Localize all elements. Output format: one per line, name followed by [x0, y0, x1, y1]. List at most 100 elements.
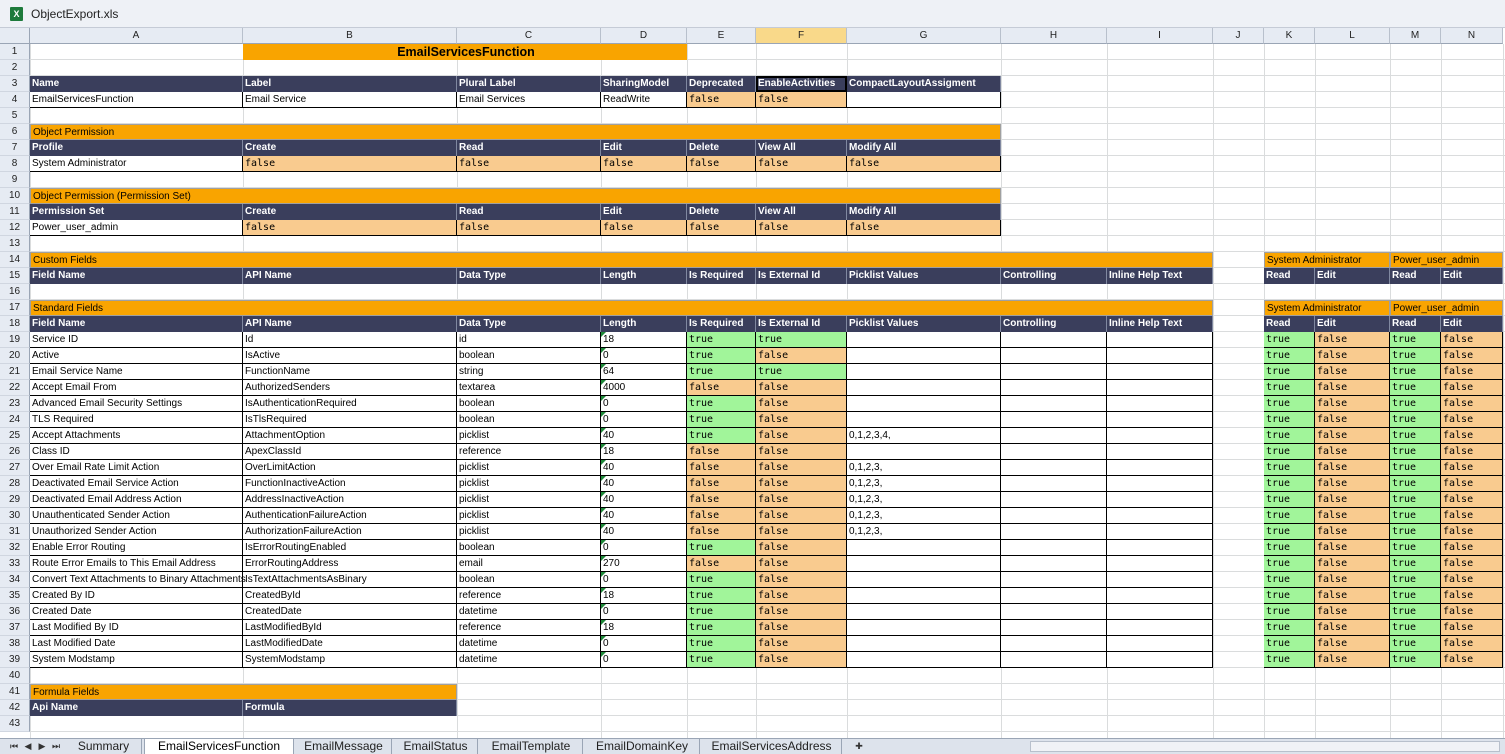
field-cell[interactable]	[1001, 620, 1107, 636]
field-cell[interactable]	[1107, 524, 1213, 540]
column-header-c[interactable]: C	[457, 28, 601, 44]
field-cell[interactable]: false	[756, 428, 847, 444]
permission-set-value-cell[interactable]: false	[243, 220, 457, 236]
row-header[interactable]: 11	[0, 204, 30, 220]
field-cell[interactable]	[1001, 332, 1107, 348]
column-header-m[interactable]: M	[1390, 28, 1441, 44]
object-header-cell[interactable]: Label	[243, 76, 457, 92]
permission-header-cell[interactable]: Edit	[601, 140, 687, 156]
field-cell[interactable]	[847, 604, 1001, 620]
perm-cell[interactable]: false	[1441, 524, 1503, 540]
field-cell[interactable]: OverLimitAction	[243, 460, 457, 476]
field-cell[interactable]: email	[457, 556, 601, 572]
perm-cell[interactable]: true	[1390, 556, 1441, 572]
perm-cell[interactable]: false	[1441, 396, 1503, 412]
perm-cell[interactable]: false	[1315, 604, 1390, 620]
field-cell[interactable]	[1107, 380, 1213, 396]
row-header[interactable]: 3	[0, 76, 30, 92]
field-cell[interactable]: AuthorizationFailureAction	[243, 524, 457, 540]
field-header-cell[interactable]: Length	[601, 316, 687, 332]
column-header-f[interactable]: F	[756, 28, 847, 44]
field-cell[interactable]: 18	[601, 620, 687, 636]
object-row-cell[interactable]: ReadWrite	[601, 92, 687, 108]
field-cell[interactable]: true	[687, 364, 756, 380]
perm-cell[interactable]: true	[1264, 540, 1315, 556]
field-header-cell[interactable]: Field Name	[30, 316, 243, 332]
permission-set-value-cell[interactable]: Power_user_admin	[30, 220, 243, 236]
perm-cell[interactable]: false	[1441, 492, 1503, 508]
field-cell[interactable]: boolean	[457, 540, 601, 556]
perm-cell[interactable]: false	[1315, 652, 1390, 668]
permission-set-value-cell[interactable]: false	[601, 220, 687, 236]
field-cell[interactable]: true	[687, 428, 756, 444]
row-header[interactable]: 30	[0, 508, 30, 524]
perm-cell[interactable]: true	[1264, 604, 1315, 620]
field-cell[interactable]: false	[687, 556, 756, 572]
field-cell[interactable]	[1001, 556, 1107, 572]
row-header[interactable]: 34	[0, 572, 30, 588]
field-cell[interactable]: boolean	[457, 572, 601, 588]
perm-cell[interactable]: true	[1390, 332, 1441, 348]
perm-cell[interactable]: false	[1315, 588, 1390, 604]
perm-cell[interactable]: false	[1315, 380, 1390, 396]
field-cell[interactable]: FunctionName	[243, 364, 457, 380]
field-cell[interactable]	[1001, 572, 1107, 588]
row-header[interactable]: 5	[0, 108, 30, 124]
field-cell[interactable]: 40	[601, 508, 687, 524]
field-header-cell[interactable]: Is Required	[687, 268, 756, 284]
permission-set-value-cell[interactable]: false	[756, 220, 847, 236]
section-title[interactable]: Formula Fields	[30, 684, 457, 700]
field-cell[interactable]: false	[756, 620, 847, 636]
field-cell[interactable]	[847, 348, 1001, 364]
permission-value-cell[interactable]: false	[243, 156, 457, 172]
field-cell[interactable]: 270	[601, 556, 687, 572]
field-cell[interactable]	[1001, 348, 1107, 364]
field-cell[interactable]	[1001, 652, 1107, 668]
field-cell[interactable]	[847, 396, 1001, 412]
perm-cell[interactable]: true	[1264, 428, 1315, 444]
permission-header-cell[interactable]: Create	[243, 140, 457, 156]
perm-cell[interactable]: false	[1441, 540, 1503, 556]
perm-cell[interactable]: false	[1315, 572, 1390, 588]
field-cell[interactable]	[1001, 444, 1107, 460]
permission-set-header-cell[interactable]: View All	[756, 204, 847, 220]
field-cell[interactable]: 18	[601, 444, 687, 460]
row-header[interactable]: 41	[0, 684, 30, 700]
column-header-k[interactable]: K	[1264, 28, 1315, 44]
field-cell[interactable]	[1107, 396, 1213, 412]
perm-cell[interactable]: true	[1264, 348, 1315, 364]
field-cell[interactable]: false	[687, 444, 756, 460]
perm-cell[interactable]: true	[1264, 636, 1315, 652]
row-header[interactable]: 39	[0, 652, 30, 668]
perm-cell[interactable]: false	[1441, 588, 1503, 604]
field-cell[interactable]	[847, 444, 1001, 460]
perm-cell[interactable]: false	[1441, 428, 1503, 444]
field-cell[interactable]	[1001, 492, 1107, 508]
sheet-tab[interactable]: EmailDomainKey	[585, 739, 700, 754]
field-cell[interactable]: false	[756, 492, 847, 508]
perm-header-cell[interactable]: Edit	[1315, 268, 1390, 284]
row-header[interactable]: 42	[0, 700, 30, 716]
object-row-cell[interactable]: false	[687, 92, 756, 108]
field-cell[interactable]: string	[457, 364, 601, 380]
perm-cell[interactable]: false	[1441, 444, 1503, 460]
column-header-d[interactable]: D	[601, 28, 687, 44]
next-sheet-icon[interactable]: ▶	[36, 740, 48, 753]
row-header[interactable]: 20	[0, 348, 30, 364]
spreadsheet-grid[interactable]: A B C D E F G H I J K L M N 1 2 3 4 5 6 7 8 9 10 11 12 13 14 15 16 17 1…	[0, 0, 1505, 754]
object-row-cell[interactable]: Email Services	[457, 92, 601, 108]
perm-cell[interactable]: false	[1441, 652, 1503, 668]
field-cell[interactable]	[847, 380, 1001, 396]
sheet-tab[interactable]: EmailMessage	[296, 739, 392, 754]
field-cell[interactable]	[847, 364, 1001, 380]
field-cell[interactable]: CreatedDate	[243, 604, 457, 620]
field-cell[interactable]: 0,1,2,3,	[847, 476, 1001, 492]
perm-group-label[interactable]: System Administrator	[1264, 300, 1390, 316]
perm-cell[interactable]: true	[1390, 508, 1441, 524]
field-cell[interactable]	[1107, 540, 1213, 556]
object-header-cell[interactable]: SharingModel	[601, 76, 687, 92]
field-cell[interactable]	[847, 588, 1001, 604]
perm-cell[interactable]: false	[1315, 524, 1390, 540]
field-cell[interactable]: Accept Email From	[30, 380, 243, 396]
section-title[interactable]: Object Permission	[30, 124, 1001, 140]
